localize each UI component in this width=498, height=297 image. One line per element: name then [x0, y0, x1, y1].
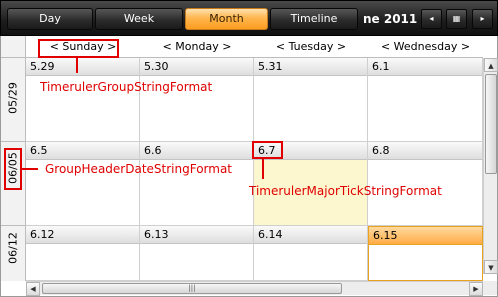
- arrow-down-icon: ▼: [488, 264, 494, 272]
- day-cell-date: 6.8: [368, 142, 482, 160]
- day-cell-date: 5.30: [140, 58, 253, 76]
- chevron-left-icon: ◂: [429, 14, 434, 23]
- week-group-strip: 06/12: [1, 226, 26, 281]
- current-date-title: ne 2011: [363, 12, 418, 26]
- day-cell-date: 5.31: [254, 58, 367, 76]
- week-group-strip: 05/29: [1, 58, 26, 142]
- day-cell[interactable]: 6.12: [26, 226, 140, 281]
- day-cell-date: 6.6: [140, 142, 253, 160]
- day-cell-date: 6.15: [369, 227, 482, 245]
- day-cell[interactable]: 5.31: [254, 58, 368, 142]
- date-picker-button[interactable]: ▦: [446, 9, 467, 29]
- scroll-right-button[interactable]: ▶: [469, 282, 483, 296]
- day-cell[interactable]: 5.29: [26, 58, 140, 142]
- annotation-group-header-date: GroupHeaderDateStringFormat: [45, 162, 233, 176]
- annotation-connector: [22, 168, 38, 170]
- day-cell[interactable]: 6.13: [140, 226, 254, 281]
- annotation-connector: [76, 58, 78, 73]
- scroll-corner: [483, 281, 497, 295]
- horizontal-scrollbar[interactable]: ◀ ||| ▶: [26, 281, 483, 296]
- week-label: 06/12: [6, 232, 20, 264]
- grip-icon: |||: [188, 284, 196, 292]
- annotation-box-cell-date: [252, 141, 283, 159]
- view-toolbar: Day Week Month Timeline ne 2011 ◂ ▦ ▸: [0, 0, 498, 36]
- scroll-left-button[interactable]: ◀: [26, 282, 40, 296]
- scroll-down-button[interactable]: ▼: [484, 260, 498, 274]
- scroll-up-button[interactable]: ▲: [484, 58, 498, 72]
- day-cell[interactable]: 6.1: [368, 58, 483, 142]
- vertical-scroll-thumb[interactable]: [485, 74, 497, 174]
- arrow-up-icon: ▲: [488, 62, 494, 70]
- annotation-timeruler-major-tick: TimerulerMajorTickStringFormat: [249, 184, 442, 198]
- day-cell[interactable]: 5.30: [140, 58, 254, 142]
- chevron-right-icon: ▸: [480, 14, 485, 23]
- previous-period-button[interactable]: ◂: [421, 9, 442, 29]
- timeline-view-button[interactable]: Timeline: [270, 8, 358, 30]
- day-cell[interactable]: 6.5: [26, 142, 140, 226]
- arrow-left-icon: ◀: [30, 285, 36, 293]
- annotation-box-week-label: [4, 148, 22, 190]
- week-view-button[interactable]: Week: [95, 8, 183, 30]
- day-cell-date: 6.13: [140, 226, 253, 244]
- day-cell-selected[interactable]: 6.15: [368, 226, 483, 281]
- grid-corner: [1, 36, 26, 58]
- annotation-connector: [262, 159, 264, 179]
- day-cell-date: 6.12: [26, 226, 139, 244]
- day-cell-date: 6.5: [26, 142, 139, 160]
- month-view-button[interactable]: Month: [185, 8, 268, 30]
- week-label: 05/29: [6, 82, 20, 114]
- calendar-icon: ▦: [452, 14, 461, 23]
- day-cell-date: 6.1: [368, 58, 482, 76]
- annotation-timeruler-group: TimerulerGroupStringFormat: [40, 80, 213, 94]
- day-cell[interactable]: 6.14: [254, 226, 368, 281]
- next-period-button[interactable]: ▸: [472, 9, 493, 29]
- vertical-scrollbar[interactable]: ▲ ▼: [483, 58, 498, 274]
- day-cell-date: 5.29: [26, 58, 139, 76]
- day-header-monday[interactable]: < Monday >: [140, 36, 254, 58]
- arrow-right-icon: ▶: [473, 285, 479, 293]
- horizontal-scroll-thumb[interactable]: |||: [42, 283, 342, 294]
- day-cell[interactable]: 6.6: [140, 142, 254, 226]
- annotation-box-day-header: [38, 39, 119, 58]
- day-header-tuesday[interactable]: < Tuesday >: [254, 36, 368, 58]
- day-cell-date: 6.14: [254, 226, 367, 244]
- day-view-button[interactable]: Day: [7, 8, 93, 30]
- day-header-wednesday[interactable]: < Wednesday >: [368, 36, 483, 58]
